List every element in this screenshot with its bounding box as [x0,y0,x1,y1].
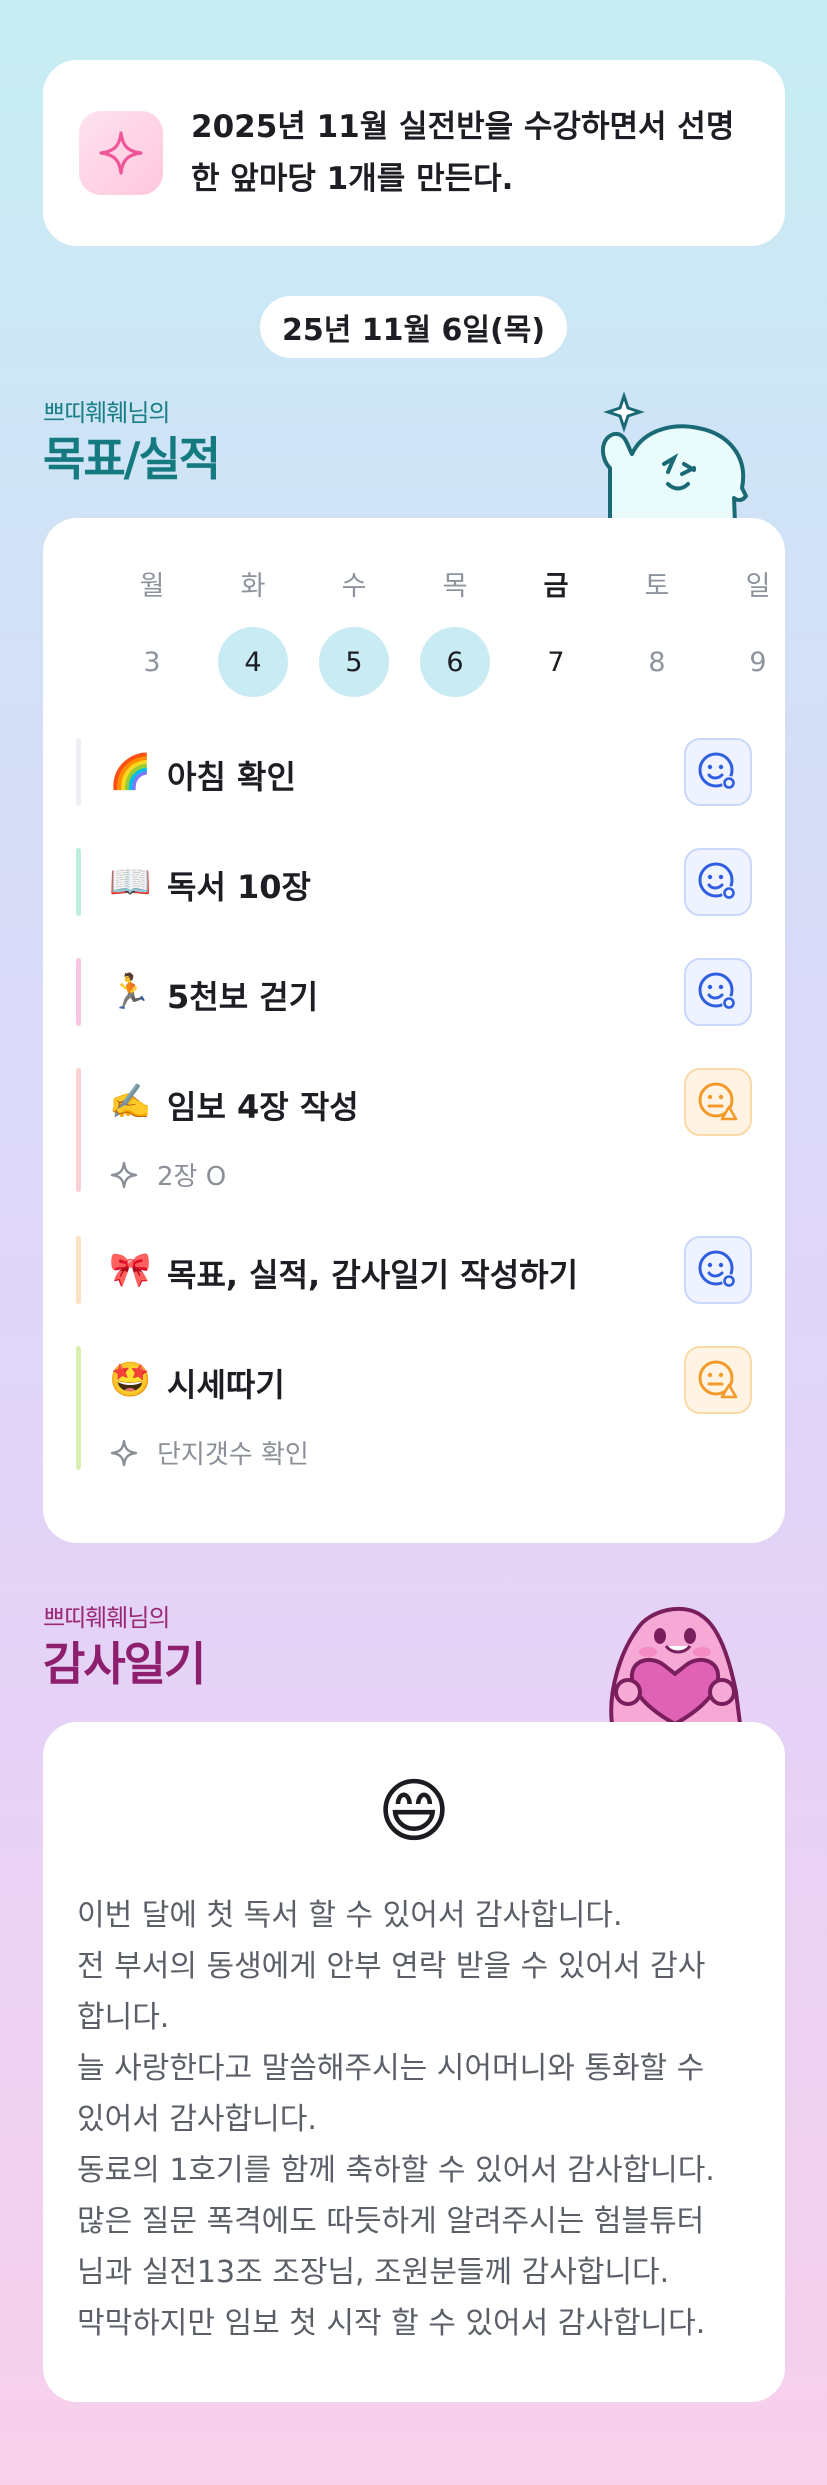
goal-text: 2025년 11월 실전반을 수강하면서 선명한 앞마당 1개를 만든다. [191,109,735,197]
thanks-line: 있어서 감사합니다. [77,2102,317,2137]
item-label: 시세따기 [167,1366,285,1404]
item-color-bar [76,1236,81,1304]
item-color-bar [76,1068,81,1192]
item-emoji: 📖 [109,862,152,902]
item-emoji: 🏃 [109,972,152,1012]
weekday-label: 월 [139,570,165,602]
item-label: 목표, 실적, 감사일기 작성하기 [167,1256,579,1294]
item-color-bar [76,1346,81,1470]
item-label: 임보 4장 작성 [167,1088,359,1126]
goals-card: 월 화 수 목 금 토 일 3456789 🌈 아침 확인 📖 독서 10장 🏃 5천보 걷기 ✍️ 임보… [43,518,785,1543]
calendar-day[interactable]: 4 [218,627,288,697]
weekday-label: 수 [341,570,367,602]
thanks-line: 님과 실전13조 조장님, 조원분들께 감사합니다. [77,2255,670,2290]
thanks-line: 합니다. [77,2000,170,2035]
calendar-day[interactable]: 3 [117,627,187,697]
weekday-label: 토 [644,570,670,602]
weekday-label: 금 [543,570,569,602]
status-smile-icon[interactable] [684,848,752,916]
item-note-text: 2장 O [157,1162,227,1192]
mascot-waving-illustration [601,391,748,523]
status-meh-icon[interactable] [684,1068,752,1136]
item-note: 2장 O [109,1156,226,1193]
status-smile-icon[interactable] [684,958,752,1026]
calendar-day[interactable]: 5 [319,627,389,697]
item-label: 아침 확인 [167,758,296,796]
weekday-label: 목 [442,570,468,602]
sparkle-icon [109,1160,149,1190]
item-emoji: ✍️ [109,1082,152,1122]
calendar-day[interactable]: 9 [723,627,793,697]
thanks-line: 이번 달에 첫 독서 할 수 있어서 감사합니다. [77,1898,623,1933]
item-note-text: 단지갯수 확인 [157,1440,309,1470]
sparkle-icon [79,111,163,195]
thanks-section-title: 감사일기 [43,1637,206,1691]
weekday-row: 월화수목금토일 [103,548,771,618]
goal-item[interactable]: 📖 독서 10장 [76,848,752,916]
item-emoji: 🎀 [109,1250,152,1290]
calendar-day[interactable]: 7 [521,627,591,697]
thanks-diary-text: 이번 달에 첫 독서 할 수 있어서 감사합니다. 전 부서의 동생에게 안부 연… [77,1890,755,2349]
thanks-line: 동료의 1호기를 함께 축하할 수 있어서 감사합니다. [77,2153,715,2188]
weekday-label: 일 [745,570,771,602]
item-note: 단지갯수 확인 [109,1434,309,1471]
goals-section-title: 목표/실적 [43,432,221,486]
thanks-line: 전 부서의 동생에게 안부 연락 받을 수 있어서 감사 [77,1949,706,1984]
goal-item[interactable]: ✍️ 임보 4장 작성 2장 O [76,1068,752,1192]
calendar-day[interactable]: 6 [420,627,490,697]
goal-item[interactable]: 🎀 목표, 실적, 감사일기 작성하기 [76,1236,752,1304]
thanks-line: 늘 사랑한다고 말씀해주시는 시어머니와 통화할 수 [77,2051,705,2086]
item-emoji: 🌈 [109,752,152,792]
status-smile-icon[interactable] [684,1236,752,1304]
status-meh-icon[interactable] [684,1346,752,1414]
mascot-heart-illustration [609,1606,742,1724]
goal-item[interactable]: 🌈 아침 확인 [76,738,752,806]
goal-item[interactable]: 🏃 5천보 걷기 [76,958,752,1026]
item-color-bar [76,958,81,1026]
goal-item[interactable]: 🤩 시세따기단지갯수 확인 [76,1346,752,1470]
mood-emoji: 😄 [377,1770,451,1852]
thanks-line: 많은 질문 폭격에도 따듯하게 알려주시는 험블튜터 [77,2204,705,2239]
weekday-label: 화 [240,570,266,602]
status-smile-icon[interactable] [684,738,752,806]
calendar-day[interactable]: 8 [622,627,692,697]
thanks-diary-card: 😄 이번 달에 첫 독서 할 수 있어서 감사합니다. 전 부서의 동생에게 안부… [43,1722,785,2402]
item-color-bar [76,848,81,916]
date-row: 3456789 [103,627,767,697]
item-emoji: 🤩 [109,1360,152,1400]
item-label: 5천보 걷기 [167,978,319,1016]
thanks-line: 막막하지만 임보 첫 시작 할 수 있어서 감사합니다. [77,2306,706,2341]
goal-card: 2025년 11월 실전반을 수강하면서 선명한 앞마당 1개를 만든다. [43,60,785,246]
date-selector[interactable]: 25년 11월 6일(목) [260,296,567,358]
item-label: 독서 10장 [167,868,311,906]
item-color-bar [76,738,81,806]
sparkle-icon [109,1438,149,1468]
